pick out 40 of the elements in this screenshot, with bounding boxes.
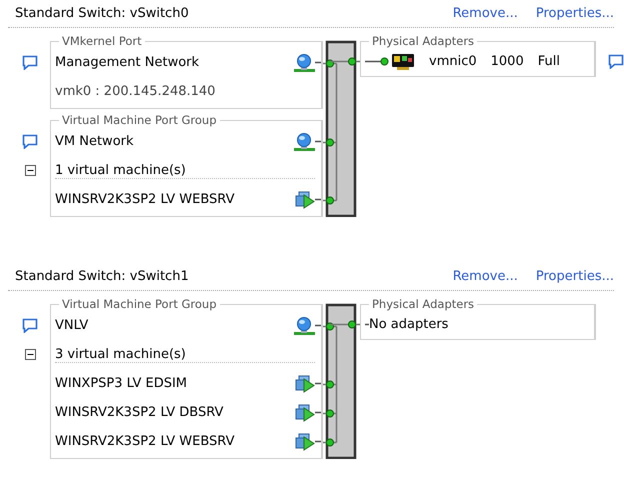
virtual-machine-icon: [295, 374, 315, 392]
network-globe-icon: [293, 54, 315, 72]
adapter-duplex: Full: [538, 54, 560, 68]
switch-title: Standard Switch: vSwitch0: [15, 6, 189, 21]
collapse-icon[interactable]: [24, 349, 36, 360]
comment-icon[interactable]: [22, 134, 38, 149]
action-link[interactable]: Remove...: [452, 6, 518, 21]
port-name: VM Network: [55, 134, 135, 149]
adapter-speed: 1000: [490, 54, 524, 68]
action-link[interactable]: Properties...: [536, 6, 614, 21]
port-address: vmk0 : 200.145.248.140: [55, 84, 216, 99]
comment-icon[interactable]: [22, 55, 38, 70]
connector-line: [365, 56, 389, 66]
network-globe-icon: [293, 316, 315, 334]
virtual-machine-icon: [295, 190, 315, 208]
port-name: VNLV: [55, 318, 90, 333]
comment-icon[interactable]: [608, 54, 624, 68]
comment-icon[interactable]: [22, 318, 38, 333]
port-name: Management Network: [55, 55, 200, 70]
vm-name: WINSRV2K3SP2 LV DBSRV: [55, 405, 224, 420]
vm-count: 3 virtual machine(s): [55, 346, 315, 362]
action-link[interactable]: Remove...: [452, 269, 518, 284]
network-globe-icon: [293, 132, 315, 150]
group-legend: VMkernel Port: [59, 34, 145, 48]
vm-count: 1 virtual machine(s): [55, 162, 315, 178]
no-adapters-text: No adapters: [369, 316, 448, 332]
network-card-icon: [391, 52, 415, 70]
group-legend: Physical Adapters: [369, 34, 478, 48]
collapse-icon[interactable]: [24, 165, 36, 176]
switch-title: Standard Switch: vSwitch1: [15, 269, 189, 284]
group-legend: Virtual Machine Port Group: [59, 297, 220, 311]
group-legend: Physical Adapters: [369, 297, 478, 311]
virtual-machine-icon: [295, 404, 315, 422]
vm-name: WINSRV2K3SP2 LV WEBSRV: [55, 192, 236, 207]
adapter-name: vmnic0: [429, 54, 477, 68]
group-legend: Virtual Machine Port Group: [59, 113, 220, 127]
vm-name: WINXPSP3 LV EDSIM: [55, 376, 188, 391]
virtual-machine-icon: [295, 432, 315, 450]
vm-name: WINSRV2K3SP2 LV WEBSRV: [55, 434, 236, 449]
action-link[interactable]: Properties...: [536, 269, 614, 284]
